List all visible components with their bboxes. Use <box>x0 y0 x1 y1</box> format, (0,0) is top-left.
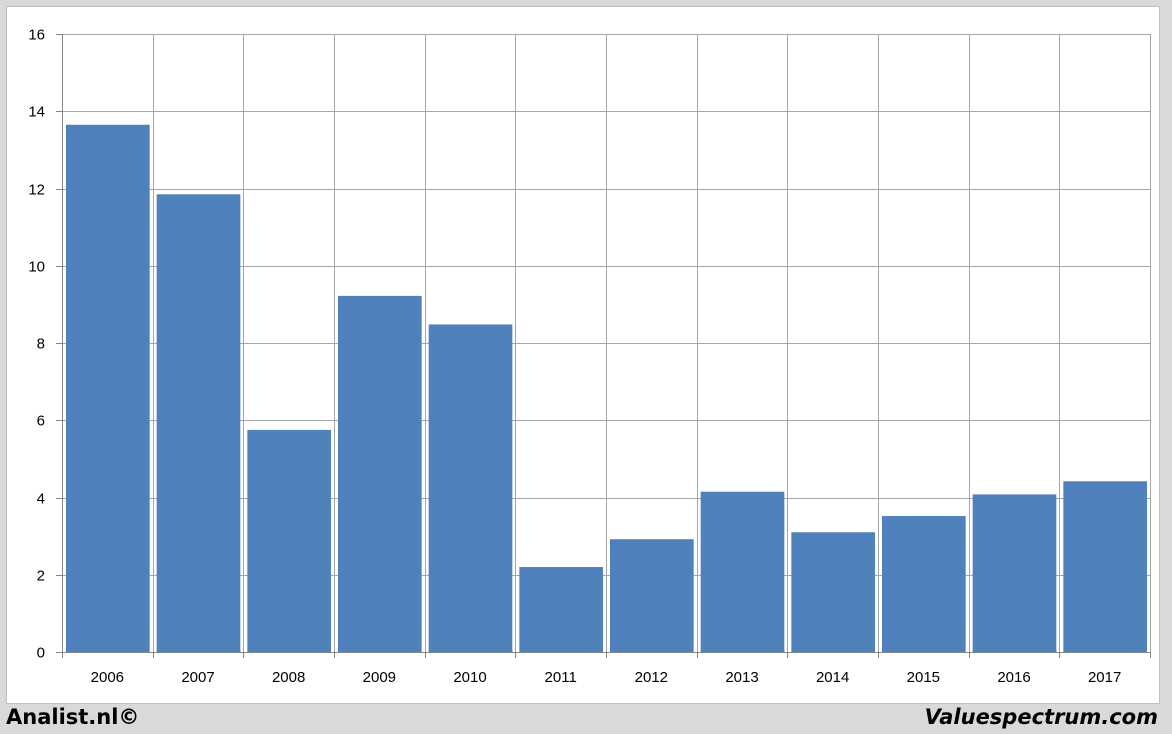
x-tick-label-2013: 2013 <box>725 669 758 686</box>
x-tick-label-2010: 2010 <box>453 669 486 686</box>
bar-chart: 0246810121416 2006 2007 2008 2009 2010 2011 20… <box>28 27 1151 686</box>
bar-2007 <box>156 194 241 652</box>
x-tick-label-2012: 2012 <box>635 669 668 686</box>
y-tick-label: 0 <box>37 645 45 662</box>
footer-site-label: Valuespectrum.com <box>924 705 1158 729</box>
y-tick-label: 16 <box>28 27 45 44</box>
x-tick-label-2007: 2007 <box>181 669 214 686</box>
x-tick-label-2017: 2017 <box>1088 669 1121 686</box>
x-tick-label-2015: 2015 <box>907 669 940 686</box>
bar-2011 <box>519 567 603 652</box>
bar-2014 <box>791 532 875 652</box>
x-tick-label-2009: 2009 <box>363 669 396 686</box>
footer-source-label: Analist.nl© <box>6 705 140 729</box>
x-tick-label-2016: 2016 <box>997 669 1030 686</box>
y-tick-label: 14 <box>28 104 45 121</box>
bar-2017 <box>1063 481 1147 652</box>
bar-2015 <box>882 516 966 652</box>
bar-2012 <box>610 539 694 652</box>
x-tick-label-2008: 2008 <box>272 669 305 686</box>
bar-2010 <box>428 324 513 652</box>
bar-2009 <box>338 295 422 652</box>
bar-2008 <box>247 429 331 652</box>
x-tick-label-2014: 2014 <box>816 669 849 686</box>
bar-2016 <box>972 494 1057 652</box>
bar-2013 <box>700 491 785 652</box>
x-tick-label-2011: 2011 <box>545 669 577 686</box>
y-tick-label: 2 <box>37 568 45 585</box>
y-tick-label: 12 <box>28 182 45 199</box>
bar-2006 <box>66 124 150 653</box>
x-tick-label-2006: 2006 <box>91 669 124 686</box>
y-tick-label: 4 <box>37 491 45 508</box>
x-axis-ticks: 2006 2007 2008 2009 2010 2011 2012 2013 2014 2015… <box>62 652 1151 686</box>
y-tick-label: 10 <box>28 259 45 276</box>
y-tick-label: 8 <box>37 336 45 353</box>
y-axis-ticks: 0 2 4 6 8 10 12 14 16 <box>28 27 62 662</box>
y-tick-label: 6 <box>37 413 45 430</box>
